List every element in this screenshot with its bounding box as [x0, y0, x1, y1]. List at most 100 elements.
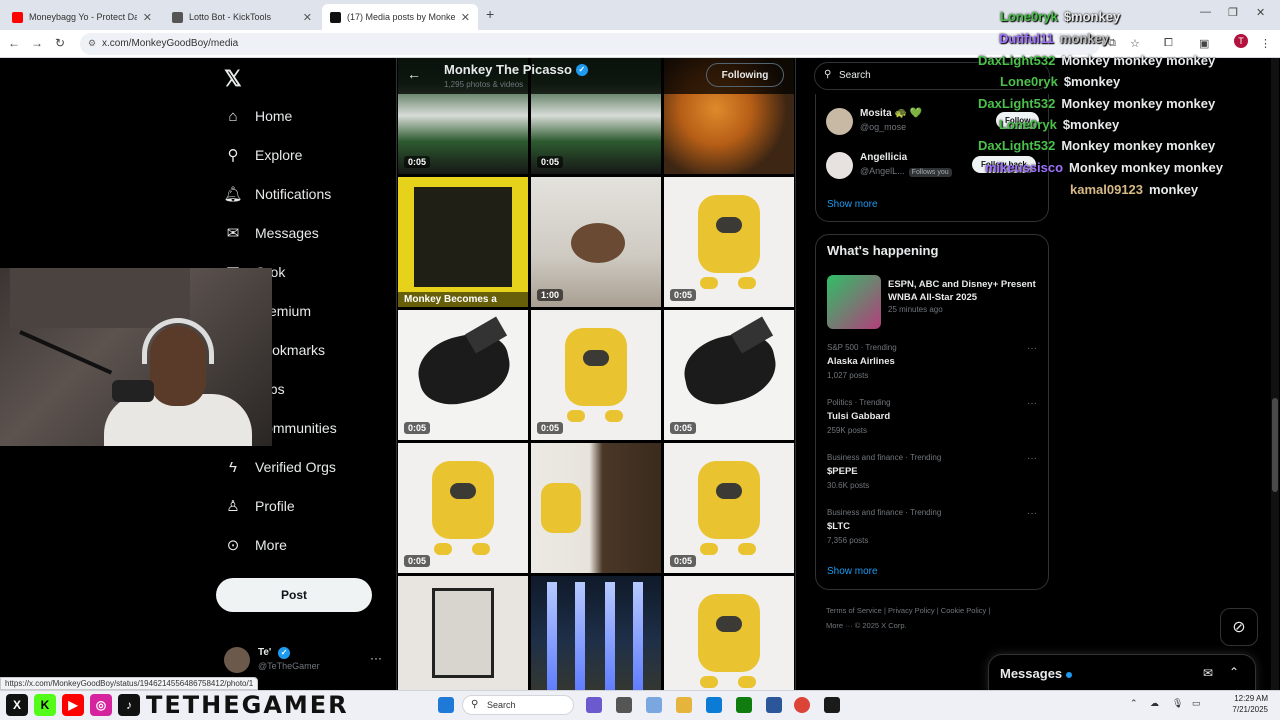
video-duration: 1:00 — [537, 289, 564, 301]
reload-icon[interactable]: ↻ — [55, 36, 65, 50]
footer-link[interactable]: Cookie Policy — [941, 606, 986, 615]
media-tile[interactable]: 0:05 — [664, 310, 794, 440]
site-info-icon[interactable]: ⚙ — [88, 38, 96, 49]
extensions-icon[interactable]: ⧠ — [1164, 37, 1173, 50]
nav-item-more[interactable]: ⊙ More — [224, 533, 287, 557]
tray-chevron-icon[interactable]: ⌃ — [1130, 698, 1138, 709]
close-tab-icon[interactable]: ✕ — [303, 11, 312, 24]
chat-message: DaxLight532 Monkey monkey monkey — [978, 138, 1215, 153]
media-tile[interactable] — [531, 443, 661, 573]
url-field[interactable]: ⚙ x.com/MonkeyGoodBoy/media — [80, 33, 1100, 55]
xbox-icon[interactable] — [736, 697, 752, 713]
cloud-icon[interactable]: ☁ — [1150, 698, 1159, 709]
robot-body — [698, 461, 760, 539]
taskbar-app-icon[interactable] — [586, 697, 602, 713]
nav-item-label: Profile — [255, 498, 295, 514]
media-tile[interactable] — [531, 576, 661, 690]
browser-tab[interactable]: (17) Media posts by Monkey Th ✕ — [322, 4, 478, 30]
media-tile[interactable]: 0:05 — [398, 443, 528, 573]
media-tile[interactable]: Monkey Becomes a — [398, 177, 528, 307]
page-scrollbar[interactable] — [1271, 58, 1279, 690]
verified-badge-icon: ✓ — [278, 647, 291, 659]
media-tile[interactable] — [664, 576, 794, 690]
new-tab-button[interactable]: + — [486, 6, 494, 22]
browser-tab[interactable]: Moneybagg Yo - Protect Da Bra ✕ — [4, 4, 160, 30]
nav-item-messages[interactable]: ✉ Messages — [224, 221, 319, 245]
new-message-icon[interactable]: ✉ — [1203, 666, 1213, 680]
search-placeholder: Search — [839, 70, 871, 81]
trend-item[interactable]: Business and finance · Trending $PEPE 30.6… — [827, 453, 1041, 493]
dog-figure — [571, 223, 625, 263]
account-switcher[interactable]: Te' ✓ @TeTheGamer ··· — [224, 645, 384, 675]
maximize-button[interactable]: ❐ — [1228, 6, 1238, 19]
footer-link[interactable]: © 2025 X Corp. — [855, 621, 907, 630]
windows-start-icon[interactable] — [438, 697, 454, 713]
media-tile[interactable]: 0:05 — [664, 177, 794, 307]
taskbar-search[interactable]: ⚲ Search — [462, 695, 574, 715]
browser-tab[interactable]: Lotto Bot - KickTools ✕ — [164, 4, 320, 30]
store-icon[interactable] — [766, 697, 782, 713]
media-tile[interactable]: 0:05 — [398, 310, 528, 440]
menu-dots-icon[interactable]: ⋮ — [1260, 37, 1271, 50]
nav-item-profile[interactable]: ♙ Profile — [224, 494, 295, 518]
taskview-icon[interactable] — [616, 697, 632, 713]
more-dots-icon[interactable]: ··· — [370, 651, 382, 665]
close-window-button[interactable]: ✕ — [1256, 6, 1265, 19]
expand-chevron-icon[interactable]: ⌃ — [1229, 665, 1239, 679]
x-logo-icon[interactable]: 𝕏 — [224, 66, 242, 92]
back-arrow-icon[interactable]: ← — [407, 66, 421, 82]
trend-item[interactable]: S&P 500 · Trending Alaska Airlines 1,027 p… — [827, 343, 1041, 383]
more-dots-icon[interactable]: ··· — [1027, 453, 1037, 464]
nav-item-verified-orgs[interactable]: ϟ Verified Orgs — [224, 455, 336, 479]
close-tab-icon[interactable]: ✕ — [461, 11, 470, 24]
show-more-link[interactable]: Show more — [827, 199, 878, 210]
scrollbar-thumb[interactable] — [1272, 398, 1278, 492]
media-tile[interactable]: 0:05 — [664, 443, 794, 573]
robot-foot — [567, 410, 585, 422]
grok-icon[interactable]: ⊘ — [1220, 608, 1258, 646]
show-more-trends-link[interactable]: Show more — [827, 566, 878, 577]
news-thumbnail — [827, 275, 881, 329]
profile-avatar[interactable]: T — [1234, 34, 1248, 48]
more-dots-icon[interactable]: ··· — [1027, 398, 1037, 409]
file-explorer-icon[interactable] — [676, 697, 692, 713]
footer-link[interactable]: Terms of Service — [826, 606, 882, 615]
whats-happening-title: What's happening — [827, 243, 939, 258]
obs-icon[interactable] — [824, 697, 840, 713]
close-tab-icon[interactable]: ✕ — [143, 11, 152, 24]
media-tile[interactable]: 0:05 — [531, 310, 661, 440]
video-duration: 0:05 — [404, 555, 431, 567]
more-dots-icon[interactable]: ··· — [1027, 508, 1037, 519]
sidepanel-icon[interactable]: ▣ — [1199, 37, 1209, 50]
following-button[interactable]: Following — [706, 63, 784, 87]
mic-icon[interactable]: 🎙︎ — [1172, 698, 1183, 709]
nav-item-notifications[interactable]: 🔔︎ Notifications — [223, 182, 331, 206]
news-item[interactable]: ESPN, ABC and Disney+ Present WNBA All-S… — [827, 275, 1047, 329]
media-tile[interactable]: 1:00 — [531, 177, 661, 307]
chat-text: monkey — [1149, 182, 1199, 197]
back-icon[interactable]: ← — [8, 36, 20, 50]
robot-foot — [700, 277, 718, 289]
trend-item[interactable]: Business and finance · Trending $LTC 7,356… — [827, 508, 1041, 548]
robot-body — [698, 594, 760, 672]
forward-icon[interactable]: → — [31, 36, 43, 50]
chrome-icon[interactable] — [794, 697, 810, 713]
footer-link[interactable]: Privacy Policy — [888, 606, 935, 615]
trend-post-count: 259K posts — [827, 426, 868, 435]
bell-icon: 🔔︎ — [223, 186, 243, 203]
nav-item-home[interactable]: ⌂ Home — [224, 104, 292, 128]
post-button[interactable]: Post — [216, 578, 372, 612]
more-dots-icon[interactable]: ··· — [1027, 343, 1037, 354]
messages-drawer[interactable]: Messages ✉ ⌃ — [988, 654, 1256, 694]
copilot-icon[interactable] — [646, 697, 662, 713]
taskbar-clock[interactable]: 12:29 AM 7/21/2025 — [1198, 693, 1268, 715]
edge-icon[interactable] — [706, 697, 722, 713]
cast-icon[interactable]: ⧉ — [1108, 37, 1116, 50]
star-icon[interactable]: ☆ — [1130, 37, 1140, 50]
trend-item[interactable]: Politics · Trending Tulsi Gabbard 259K pos… — [827, 398, 1041, 438]
media-tile[interactable] — [398, 576, 528, 690]
minimize-button[interactable]: — — [1200, 6, 1211, 18]
trend-context: Politics · Trending — [827, 398, 891, 407]
footer-link[interactable]: More ··· — [826, 621, 853, 630]
nav-item-explore[interactable]: ⚲ Explore — [224, 143, 303, 167]
